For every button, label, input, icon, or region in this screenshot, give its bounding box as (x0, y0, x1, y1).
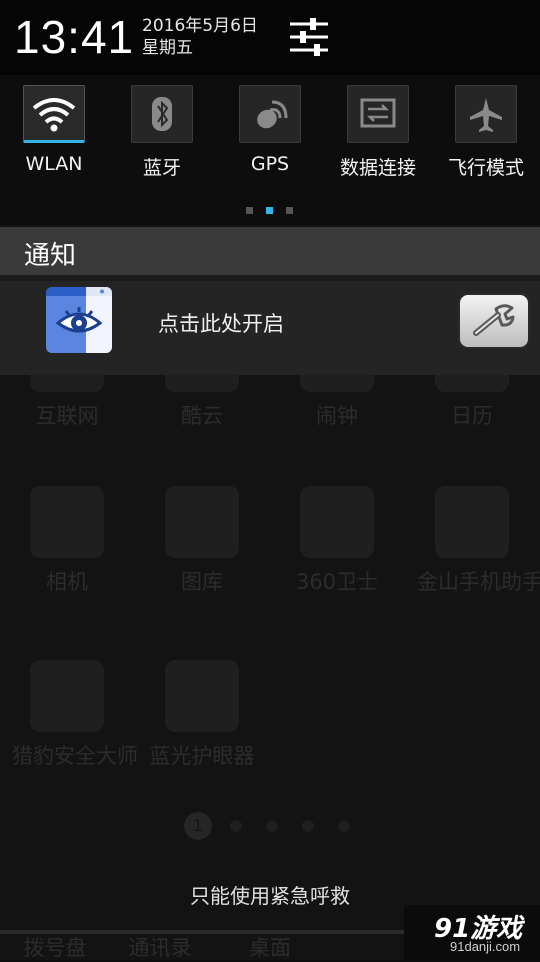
app-label: 酷云 (181, 404, 223, 428)
gps-icon (239, 85, 301, 143)
page-dot (338, 820, 350, 832)
app-label: 日历 (451, 404, 493, 428)
app-gallery: 图库 (147, 486, 257, 596)
app-label: 蓝光护眼器 (149, 744, 255, 768)
toggle-label: GPS (250, 153, 290, 175)
airplane-icon (455, 85, 517, 143)
weekday-text: 星期五 (142, 38, 193, 58)
clock: 13:41 (14, 11, 135, 63)
date-text: 2016年5月6日 (142, 16, 258, 36)
notifications-header: 通知 (0, 227, 540, 275)
settings-sliders-icon[interactable] (288, 18, 330, 56)
app-label: 互联网 (35, 404, 99, 428)
bluetooth-icon (131, 85, 193, 143)
quick-settings-page-indicator (246, 207, 296, 217)
watermark: 91游戏 91danji.com (404, 905, 540, 960)
app-label: 拨号盘 (23, 936, 87, 960)
toggle-bluetooth[interactable]: 蓝牙 (108, 85, 216, 180)
wrench-icon[interactable] (458, 293, 530, 349)
date-display: 2016年5月6日 星期五 (142, 15, 258, 59)
app-kingsoft: 金山手机助手 (417, 486, 540, 596)
app-360: 360卫士 (282, 486, 392, 596)
wifi-icon (23, 85, 85, 143)
app-label: 相机 (46, 570, 88, 594)
cheetah-security-icon (30, 660, 104, 732)
launcher-page-indicator: 1 (180, 812, 360, 842)
toggle-airplane[interactable]: 飞行模式 (432, 85, 540, 180)
status-bar: 13:41 2016年5月6日 星期五 (0, 0, 540, 75)
camera-icon (30, 486, 104, 558)
notification-text: 点击此处开启 (158, 312, 284, 336)
toggle-label: 飞行模式 (447, 157, 524, 179)
notifications-title: 通知 (24, 241, 77, 271)
pager-dot (246, 207, 253, 214)
toggle-label: 数据连接 (339, 157, 416, 179)
app-label: 金山手机助手 (417, 570, 540, 594)
toggle-data[interactable]: 数据连接 (324, 85, 432, 180)
app-bluelight: 蓝光护眼器 (147, 660, 257, 770)
app-camera: 相机 (12, 486, 122, 596)
360-security-icon (300, 486, 374, 558)
app-cheetah: 猎豹安全大师 (12, 660, 138, 770)
eye-protection-icon (46, 287, 112, 353)
kingsoft-assistant-icon (435, 486, 509, 558)
gallery-icon (165, 486, 239, 558)
app-label: 图库 (181, 570, 223, 594)
notification-item[interactable]: 点击此处开启 (0, 281, 540, 375)
quick-settings-panel: WLAN 蓝牙 GPS 数据连接 飞行模式 (0, 75, 540, 225)
pager-dot (286, 207, 293, 214)
toggle-wlan[interactable]: WLAN (0, 85, 108, 175)
page-dot-current: 1 (184, 812, 212, 840)
app-label: 桌面 (249, 936, 291, 960)
toggle-label: WLAN (25, 153, 83, 175)
page-dot (266, 820, 278, 832)
app-label: 360卫士 (295, 570, 379, 594)
page-dot (302, 820, 314, 832)
toggle-gps[interactable]: GPS (216, 85, 324, 175)
app-label: 通讯录 (128, 936, 192, 960)
app-label: 猎豹安全大师 (12, 744, 138, 768)
page-dot (230, 820, 242, 832)
data-connection-icon (347, 85, 409, 143)
pager-dot-active (266, 207, 273, 214)
toggle-label: 蓝牙 (142, 157, 181, 179)
bluelight-filter-icon (165, 660, 239, 732)
app-label: 闹钟 (316, 404, 358, 428)
watermark-url: 91danji.com (450, 939, 521, 954)
